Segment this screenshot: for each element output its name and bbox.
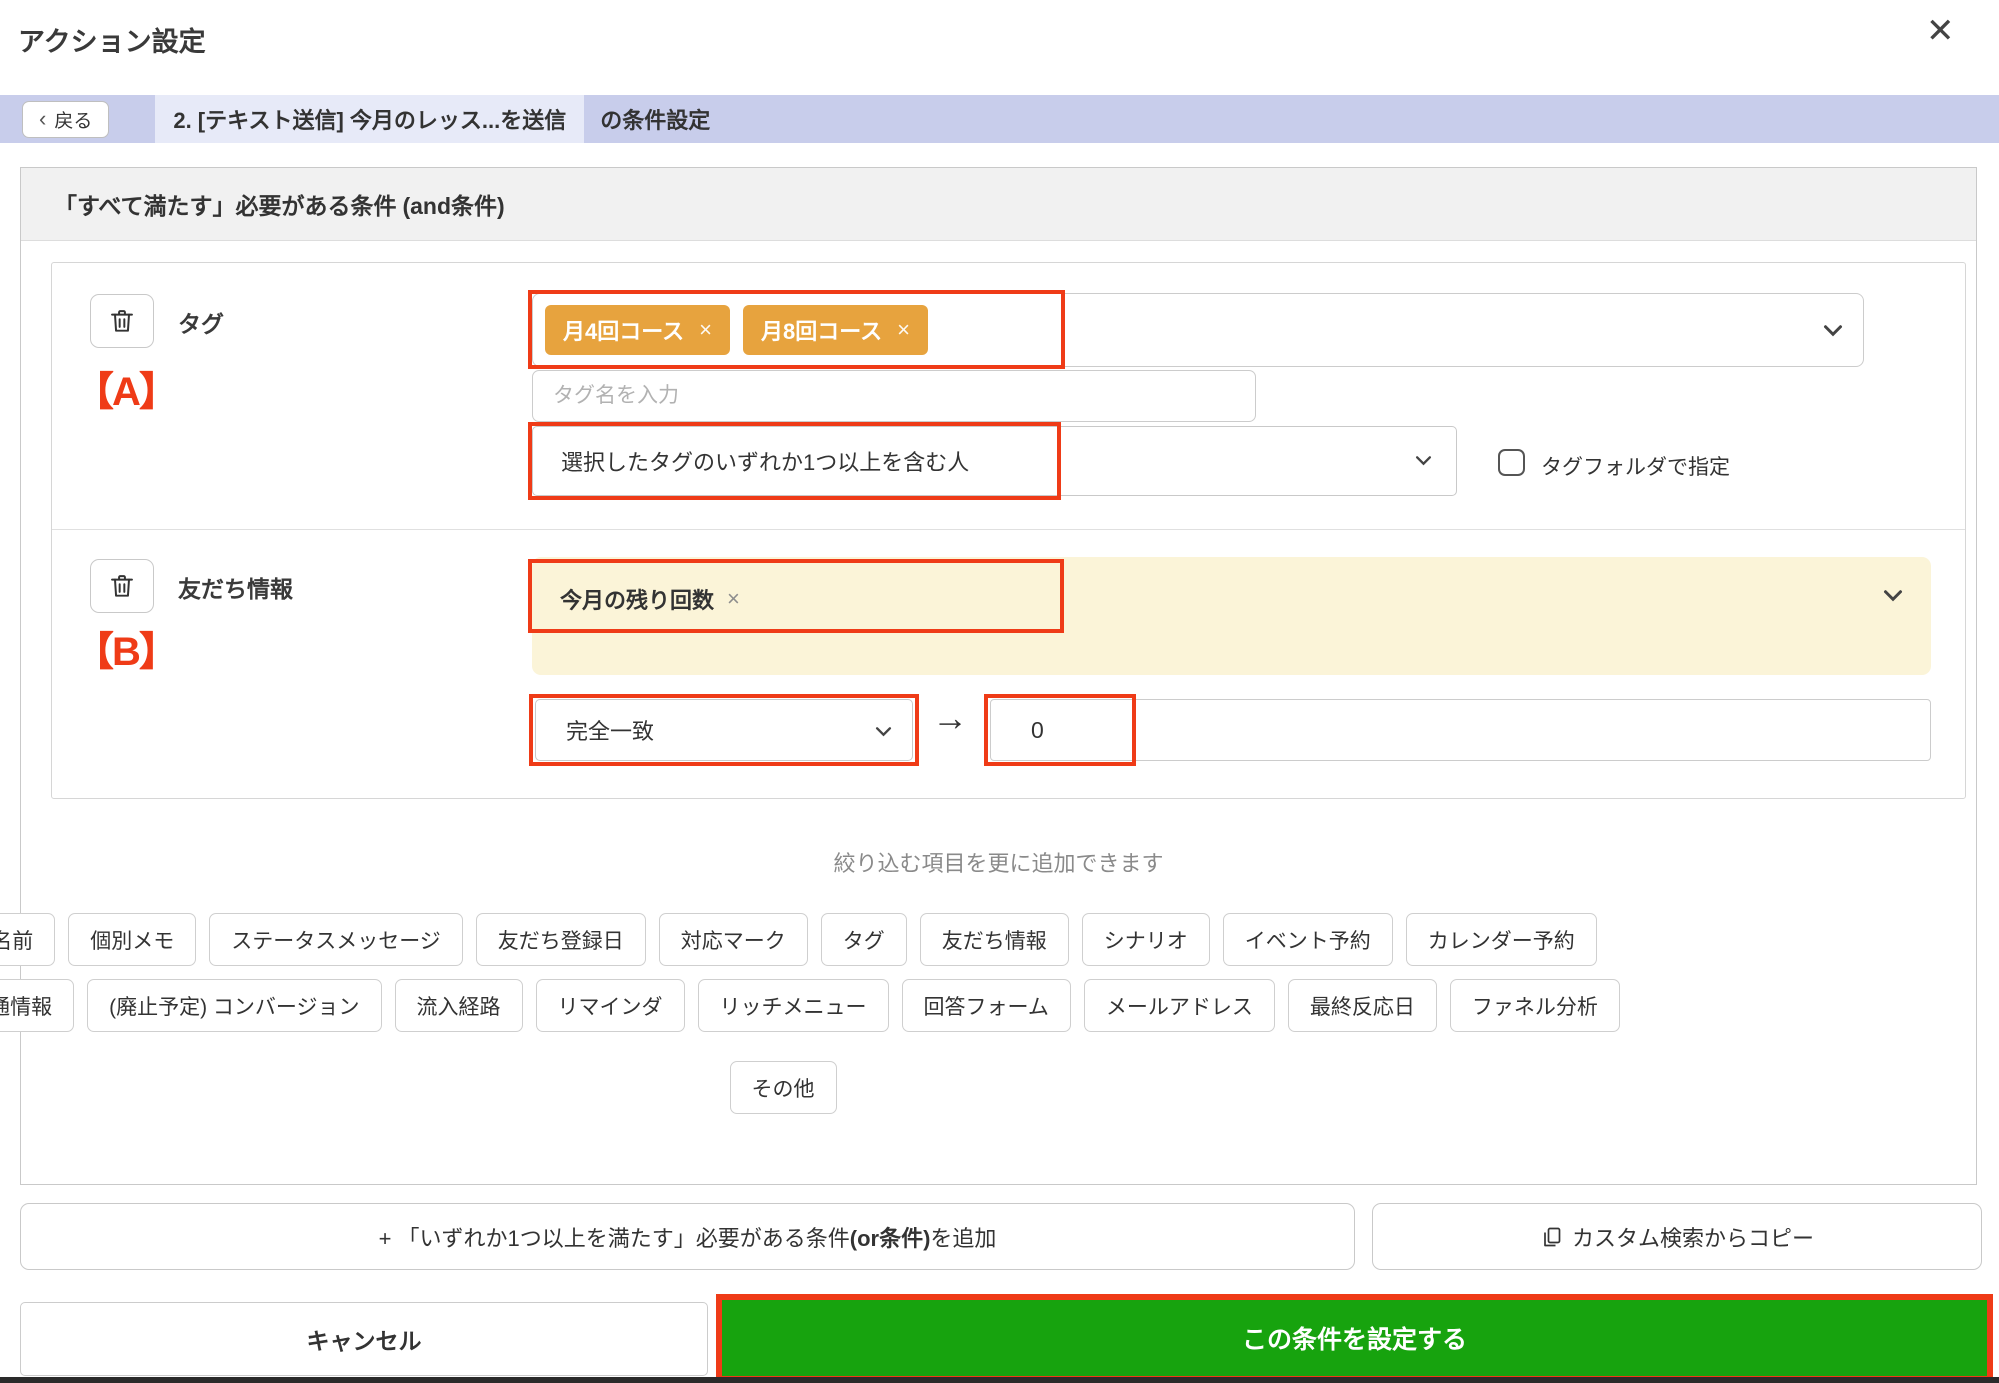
condition-group: タグ 【A】 月4回コース × 月8回コース × タグ名を入力 選択したタグのい… bbox=[51, 262, 1966, 799]
or-button-bold: (or条件) bbox=[849, 1225, 931, 1251]
background-page-edge bbox=[0, 1377, 1999, 1383]
add-items-hint: 絞り込む項目を更に追加できます bbox=[833, 851, 1164, 876]
close-icon[interactable]: ✕ bbox=[1926, 14, 1955, 48]
and-header-text: 「すべて満たす」必要がある条件 bbox=[54, 193, 397, 219]
add-item-button[interactable]: リッチメニュー bbox=[697, 979, 889, 1032]
add-item-row-3: その他 bbox=[23, 1061, 1543, 1114]
copy-button-label: カスタム検索からコピー bbox=[1571, 1225, 1814, 1251]
breadcrumb-step: 2. [テキスト送信] 今月のレッス...を送信 bbox=[155, 95, 585, 143]
friend-info-field-label: 今月の残り回数 bbox=[560, 588, 715, 613]
tag-folder-checkbox[interactable] bbox=[1498, 449, 1525, 476]
set-condition-button[interactable]: この条件を設定する bbox=[722, 1300, 1987, 1376]
tag-match-value: 選択したタグのいずれか1つ以上を含む人 bbox=[561, 450, 970, 475]
trash-icon bbox=[108, 307, 136, 335]
annotation-marker-b: 【B】 bbox=[74, 630, 179, 674]
and-section-header: 「すべて満たす」必要がある条件 (and条件) bbox=[21, 168, 1976, 241]
back-button-label: 戻る bbox=[54, 110, 93, 132]
chip-remove-icon[interactable]: × bbox=[897, 317, 910, 343]
or-button-suffix: を追加 bbox=[930, 1225, 997, 1251]
tag-chip-label: 月4回コース bbox=[563, 319, 685, 344]
add-or-condition-button[interactable]: + 「いずれか1つ以上を満たす」必要がある条件 (or条件) を追加 bbox=[20, 1203, 1355, 1270]
add-item-button[interactable]: 友だち登録日 bbox=[475, 913, 646, 966]
delete-condition-a-button[interactable] bbox=[90, 294, 154, 348]
add-item-row-2: 共通情報(廃止予定) コンバージョン流入経路リマインダリッチメニュー回答フォーム… bbox=[0, 979, 1620, 1032]
chevron-down-icon bbox=[875, 726, 892, 737]
annotation-marker-a: 【A】 bbox=[74, 370, 179, 414]
and-conditions-panel: 「すべて満たす」必要がある条件 (and条件) タグ 【A】 月4回コース × … bbox=[0, 167, 1977, 1185]
friend-info-field-chip[interactable]: 今月の残り回数 × bbox=[560, 583, 740, 615]
tag-chip-label: 月8回コース bbox=[761, 319, 883, 344]
or-button-prefix: + 「いずれか1つ以上を満たす」必要がある条件 bbox=[378, 1225, 850, 1251]
add-item-button[interactable]: シナリオ bbox=[1081, 913, 1210, 966]
add-item-button[interactable]: 回答フォーム bbox=[901, 979, 1071, 1032]
chip-remove-icon[interactable]: × bbox=[727, 586, 740, 612]
and-header-bold: (and条件) bbox=[402, 193, 505, 219]
tag-chip[interactable]: 月8回コース × bbox=[743, 305, 928, 355]
delete-condition-b-button[interactable] bbox=[90, 559, 154, 613]
add-item-button[interactable]: (廃止予定) コンバージョン bbox=[87, 979, 382, 1032]
tag-match-select[interactable]: 選択したタグのいずれか1つ以上を含む人 bbox=[532, 426, 1457, 496]
back-button[interactable]: ‹ 戻る bbox=[22, 100, 110, 138]
chevron-down-icon bbox=[1415, 455, 1432, 466]
condition-b-type-label: 友だち情報 bbox=[178, 576, 293, 602]
row-divider bbox=[52, 529, 1965, 530]
tag-folder-checkbox-label: タグフォルダで指定 bbox=[1541, 456, 1730, 479]
add-item-row-1: 名前 個別メモ ステータスメッセージ 友だち登録日 対応マーク タグ 友だち情報 シナリオ イベ… bbox=[0, 913, 1597, 966]
tag-chip[interactable]: 月4回コース × bbox=[545, 305, 730, 355]
action-settings-dialog: アクション設定 ✕ ‹ 戻る 2. [テキスト送信] 今月のレッス...を送信 … bbox=[0, 0, 1999, 1383]
friend-info-match-select[interactable]: 完全一致 bbox=[535, 699, 913, 761]
add-item-button[interactable]: 対応マーク bbox=[658, 913, 808, 966]
add-item-button[interactable]: タグ bbox=[820, 913, 907, 966]
friend-info-field-select[interactable]: 今月の残り回数 × bbox=[532, 557, 1931, 675]
add-item-button[interactable]: 共通情報 bbox=[0, 979, 75, 1032]
chevron-down-icon bbox=[1823, 324, 1843, 337]
add-item-button[interactable]: ファネル分析 bbox=[1449, 979, 1620, 1032]
trash-icon bbox=[108, 572, 136, 600]
add-item-button[interactable]: リマインダ bbox=[535, 979, 685, 1032]
breadcrumb: ‹ 戻る 2. [テキスト送信] 今月のレッス...を送信 の条件設定 bbox=[0, 95, 1999, 143]
cancel-button[interactable]: キャンセル bbox=[20, 1302, 708, 1376]
breadcrumb-suffix: の条件設定 bbox=[600, 108, 711, 133]
condition-a-type-label: タグ bbox=[178, 311, 224, 337]
chevron-down-icon bbox=[1883, 589, 1903, 602]
add-item-button[interactable]: メールアドレス bbox=[1083, 979, 1275, 1032]
chevron-left-icon: ‹ bbox=[39, 106, 47, 131]
chip-remove-icon[interactable]: × bbox=[699, 317, 712, 343]
tag-chip-list: 月4回コース × 月8回コース × bbox=[533, 294, 1863, 366]
add-item-button[interactable]: 名前 bbox=[0, 913, 56, 966]
arrow-right-icon: → bbox=[932, 697, 968, 738]
annotation-box-submit: この条件を設定する bbox=[716, 1294, 1993, 1382]
friend-info-value-input[interactable] bbox=[990, 699, 1931, 761]
add-item-button[interactable]: 友だち情報 bbox=[919, 913, 1069, 966]
add-item-button[interactable]: 流入経路 bbox=[394, 979, 523, 1032]
add-item-button[interactable]: 最終反応日 bbox=[1287, 979, 1437, 1032]
tag-multiselect[interactable]: 月4回コース × 月8回コース × bbox=[532, 293, 1864, 367]
dialog-title: アクション設定 bbox=[18, 27, 206, 57]
add-item-button[interactable]: カレンダー予約 bbox=[1405, 913, 1597, 966]
friend-info-match-value: 完全一致 bbox=[566, 719, 655, 744]
add-item-button[interactable]: 個別メモ bbox=[68, 913, 197, 966]
tag-name-input[interactable] bbox=[532, 370, 1256, 422]
add-item-button[interactable]: イベント予約 bbox=[1222, 913, 1393, 966]
copy-icon bbox=[1540, 1225, 1564, 1249]
add-item-button[interactable]: その他 bbox=[729, 1061, 837, 1114]
add-item-button[interactable]: ステータスメッセージ bbox=[209, 913, 463, 966]
copy-from-custom-search-button[interactable]: カスタム検索からコピー bbox=[1372, 1203, 1982, 1270]
